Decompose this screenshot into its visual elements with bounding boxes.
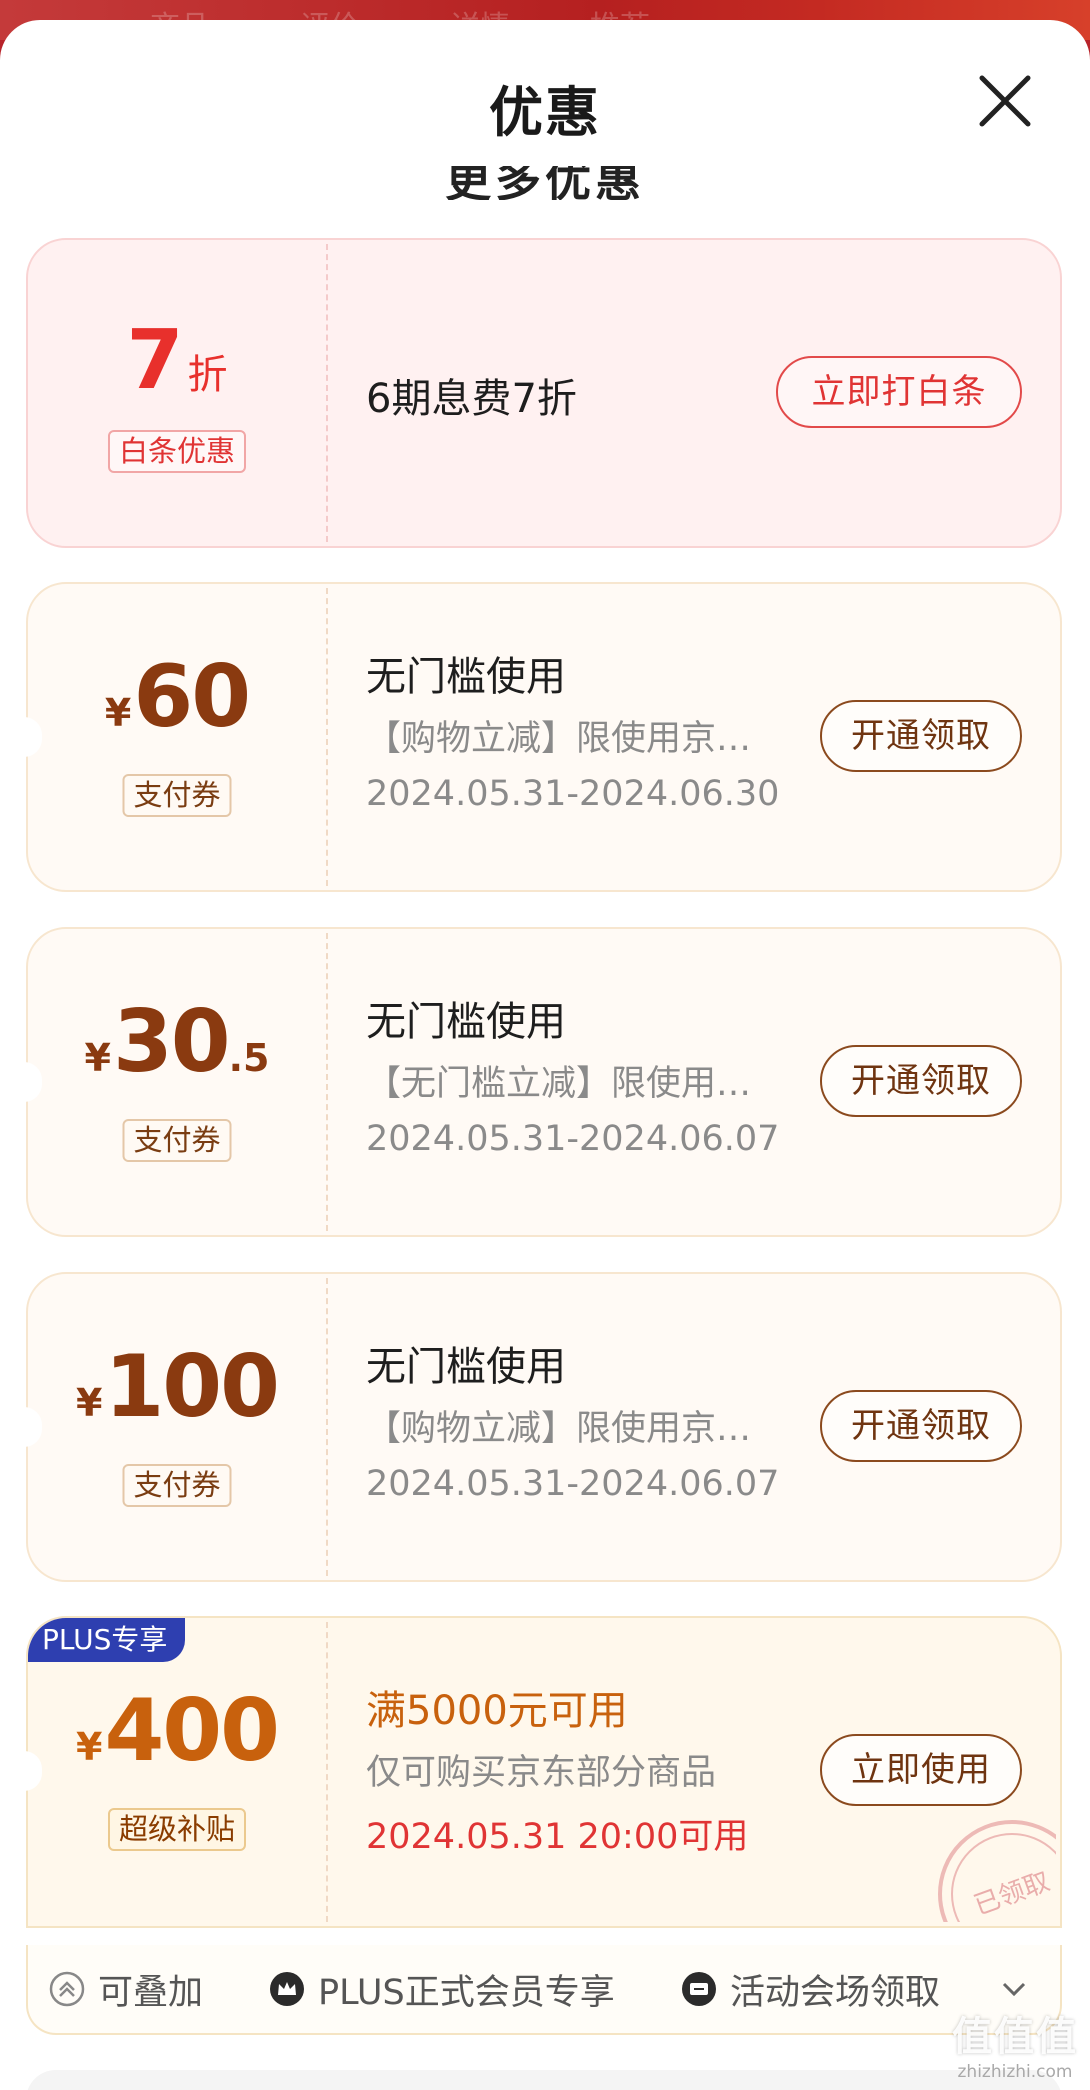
coupon-value-area: 7折 白条优惠	[28, 240, 326, 546]
close-icon[interactable]	[976, 72, 1034, 130]
pay-coupon-card: ¥60 支付券 无门槛使用 【购物立减】限使用京… 2024.05.31-202…	[24, 582, 1062, 892]
stack-icon	[49, 1971, 85, 2007]
coupon-type-badge: 支付券	[122, 774, 232, 818]
coupon-title: 无门槛使用	[366, 1344, 566, 1390]
coupon-divider	[326, 933, 328, 1231]
coupon-description: 仅可购买京东部分商品	[366, 1753, 717, 1793]
coupon-value-area: ¥400 超级补贴	[28, 1618, 326, 1926]
coupon-validity: 2024.05.31 20:00可用	[366, 1817, 749, 1857]
coupon-divider	[326, 1278, 328, 1576]
coupon-type-badge: 超级补贴	[107, 1808, 247, 1852]
coupon-amount: ¥100	[76, 1337, 280, 1437]
plus-coupon-card: PLUS专享 ¥400 超级补贴 满5000元可用 仅可购买京东部分商品 202…	[24, 1616, 1062, 1928]
claim-coupon-button[interactable]: 开通领取	[820, 1390, 1022, 1462]
coupon-divider	[326, 1622, 328, 1922]
coupon-divider	[326, 588, 328, 886]
coupon-divider	[326, 244, 328, 542]
claim-coupon-button[interactable]: 开通领取	[820, 700, 1022, 772]
claimed-stamp: 已领取	[920, 1802, 1056, 1922]
svg-text:已领取: 已领取	[970, 1867, 1054, 1922]
feature-event-venue: 活动会场领取	[680, 1967, 940, 2013]
coupon-value-area: ¥100 支付券	[28, 1274, 326, 1580]
coupon-value-area: ¥60 支付券	[28, 584, 326, 890]
coupon-value-area: ¥30.5 支付券	[28, 929, 326, 1235]
chevron-down-icon[interactable]	[998, 1973, 1030, 2005]
discount-value: 7折	[126, 313, 228, 408]
use-coupon-button[interactable]: 立即使用	[820, 1734, 1022, 1806]
coupon-info: 满5000元可用 仅可购买京东部分商品 2024.05.31 20:00可用	[366, 1618, 806, 1926]
coupon-info: 6期息费7折	[366, 240, 806, 546]
coupon-title: 无门槛使用	[366, 654, 566, 700]
feature-stackable: 可叠加	[48, 1967, 203, 2013]
coupon-type-badge: 支付券	[122, 1119, 232, 1163]
pay-coupon-card: ¥100 支付券 无门槛使用 【购物立减】限使用京… 2024.05.31-20…	[24, 1272, 1062, 1582]
use-baitiao-button[interactable]: 立即打白条	[776, 356, 1022, 428]
section-title: 更多优惠	[445, 166, 645, 200]
coupon-validity: 2024.05.31-2024.06.30	[366, 774, 780, 814]
sheet-title: 优惠	[489, 81, 601, 144]
coupon-title: 满5000元可用	[366, 1688, 628, 1734]
coupon-amount: ¥30.5	[84, 992, 270, 1092]
coupon-type-badge: 白条优惠	[107, 430, 247, 474]
pay-coupon-card: ¥30.5 支付券 无门槛使用 【无门槛立减】限使用… 2024.05.31-2…	[24, 927, 1062, 1237]
coupon-validity: 2024.05.31-2024.06.07	[366, 1464, 780, 1504]
next-section-peek	[26, 2070, 1062, 2090]
baitiao-coupon-card: 7折 白条优惠 6期息费7折 立即打白条	[26, 238, 1062, 548]
coupon-description: 【无门槛立减】限使用…	[366, 1064, 752, 1104]
coupon-description: 【购物立减】限使用京…	[366, 1409, 752, 1449]
ticket-icon	[682, 1972, 716, 2006]
site-watermark: 值值值 zhizhizhi.com	[952, 2014, 1078, 2082]
coupon-amount: ¥400	[76, 1681, 280, 1781]
coupon-amount: ¥60	[104, 647, 251, 747]
claim-coupon-button[interactable]: 开通领取	[820, 1045, 1022, 1117]
coupon-validity: 2024.05.31-2024.06.07	[366, 1119, 780, 1159]
coupon-title: 无门槛使用	[366, 999, 566, 1045]
coupon-description: 【购物立减】限使用京…	[366, 719, 752, 759]
coupon-title: 6期息费7折	[366, 376, 577, 422]
coupon-sheet: 优惠 更多优惠 7折 白条优惠 6期息费7折 立即打白条 ¥60 支付券 无门槛…	[0, 20, 1090, 2090]
coupon-info: 无门槛使用 【无门槛立减】限使用… 2024.05.31-2024.06.07	[366, 929, 806, 1235]
coupon-type-badge: 支付券	[122, 1464, 232, 1508]
feature-plus-member: PLUS正式会员专享	[268, 1967, 615, 2013]
coupon-feature-footer: 可叠加 PLUS正式会员专享 活动会场领取	[26, 1945, 1062, 2035]
coupon-info: 无门槛使用 【购物立减】限使用京… 2024.05.31-2024.06.30	[366, 584, 806, 890]
crown-icon	[270, 1972, 304, 2006]
coupon-info: 无门槛使用 【购物立减】限使用京… 2024.05.31-2024.06.07	[366, 1274, 806, 1580]
